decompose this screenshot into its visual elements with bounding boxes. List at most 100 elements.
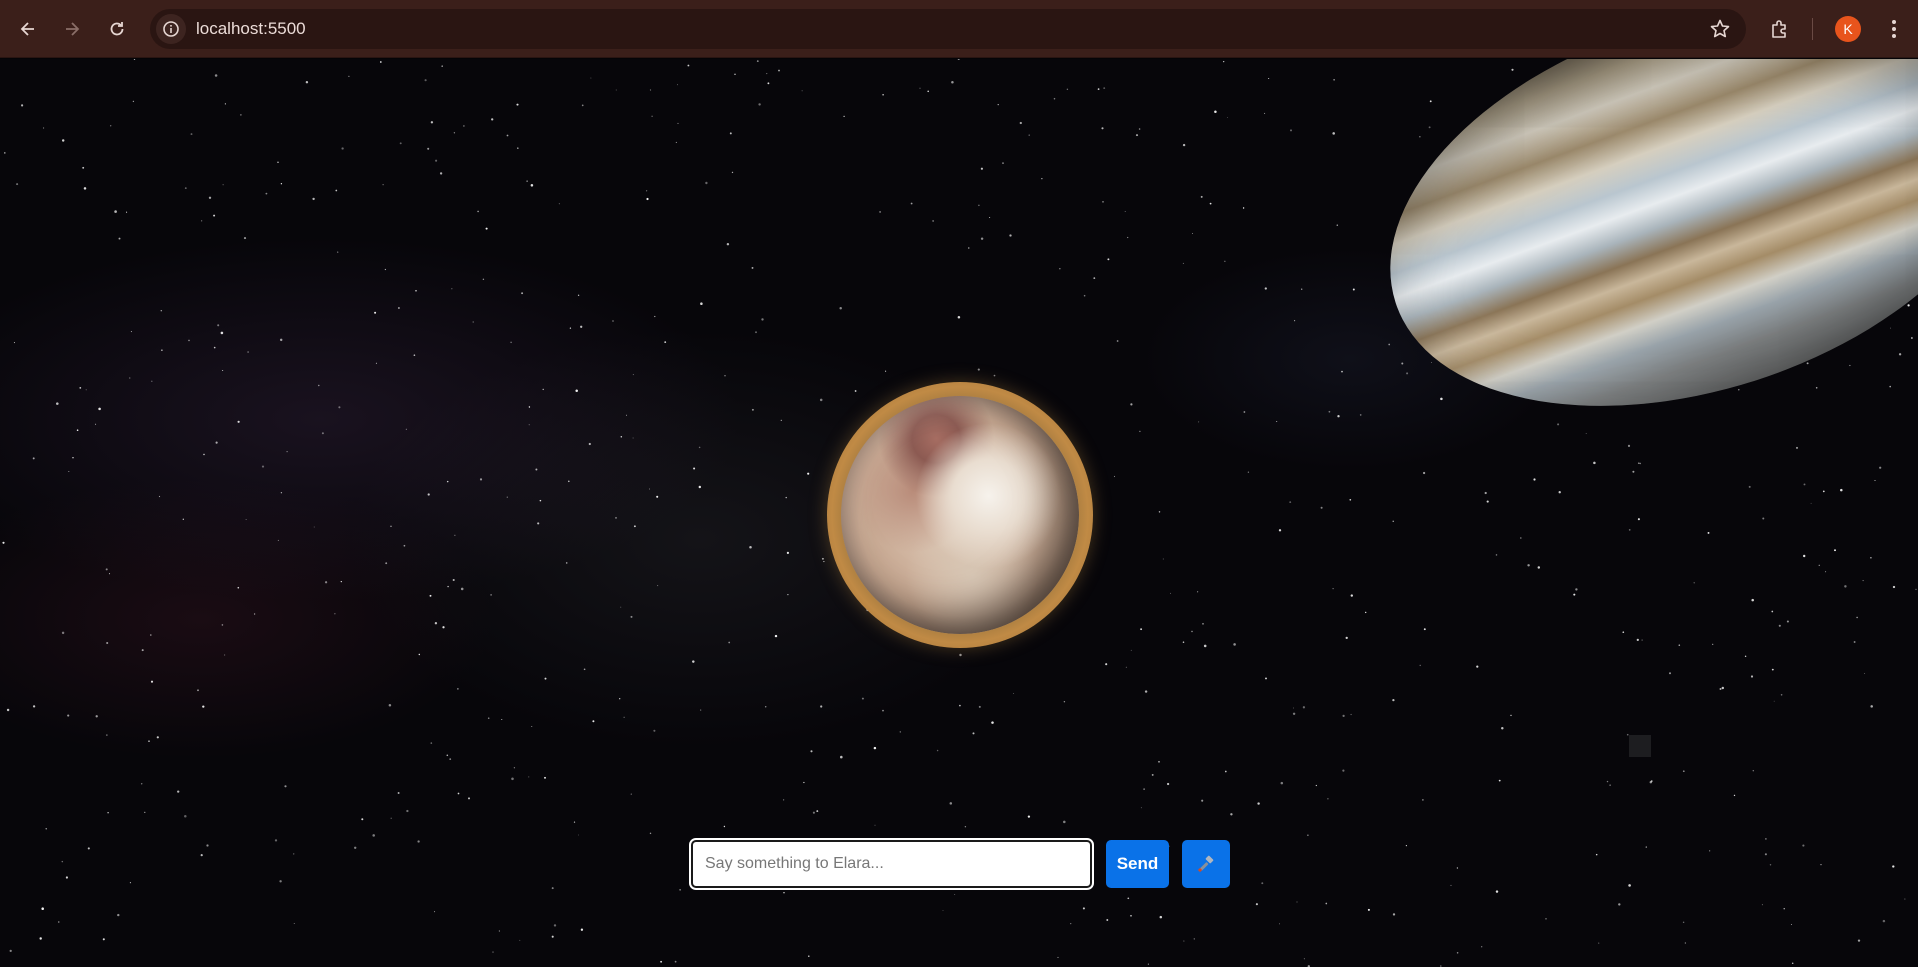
star [324, 581, 328, 584]
star [1511, 68, 1514, 71]
address-bar[interactable]: localhost:5500 [150, 9, 1746, 49]
star [144, 811, 146, 814]
star [1144, 690, 1148, 693]
star [801, 90, 803, 92]
url-text[interactable]: localhost:5500 [196, 19, 306, 39]
star [190, 133, 193, 136]
star [335, 189, 338, 192]
star [1151, 773, 1154, 776]
star [338, 406, 341, 409]
send-button[interactable]: Send [1106, 840, 1169, 888]
star [1575, 588, 1578, 591]
star [687, 64, 690, 67]
star [1127, 236, 1129, 239]
star [1066, 88, 1069, 90]
star [1761, 904, 1763, 906]
star [724, 375, 726, 377]
star [1183, 940, 1185, 942]
star [1422, 471, 1426, 475]
star [544, 776, 546, 779]
star [1853, 641, 1856, 643]
star [1106, 919, 1109, 921]
star [385, 562, 388, 565]
forward-button[interactable] [56, 13, 88, 45]
star [498, 930, 501, 932]
reload-button[interactable] [101, 13, 133, 45]
site-info-button[interactable] [156, 14, 186, 44]
star [879, 210, 882, 213]
star [253, 613, 256, 615]
star [1350, 713, 1352, 716]
star [206, 844, 209, 847]
star [118, 237, 121, 240]
star [619, 698, 621, 700]
star [1350, 594, 1353, 597]
space-canvas[interactable] [0, 59, 1918, 967]
toolbar-divider [1812, 18, 1813, 40]
star [537, 522, 540, 525]
star [156, 736, 159, 739]
star [1773, 700, 1775, 702]
star [126, 211, 128, 213]
star [1193, 938, 1195, 940]
star [882, 94, 884, 96]
star [151, 380, 153, 383]
star [405, 428, 407, 430]
star-icon[interactable] [1708, 17, 1732, 41]
star [1780, 693, 1783, 696]
star [1349, 498, 1352, 501]
star [700, 709, 702, 711]
star [1070, 922, 1072, 925]
star [1192, 233, 1193, 234]
star [1159, 915, 1163, 919]
star [318, 384, 320, 387]
browser-menu-button[interactable] [1878, 13, 1910, 45]
star [1778, 624, 1781, 627]
profile-avatar[interactable]: K [1835, 16, 1861, 42]
star [854, 390, 857, 392]
star [1709, 850, 1711, 852]
star [1423, 628, 1426, 631]
star [1874, 480, 1876, 481]
star [649, 832, 652, 835]
star [1198, 421, 1200, 423]
star [1498, 779, 1501, 782]
chat-input[interactable] [689, 838, 1094, 890]
back-button[interactable] [12, 13, 44, 45]
star [785, 496, 787, 499]
star [1162, 558, 1164, 560]
star [568, 480, 570, 483]
star [1771, 668, 1774, 671]
star [1125, 666, 1127, 668]
star [1116, 340, 1119, 342]
star [313, 526, 315, 528]
star [479, 478, 483, 481]
star [1289, 501, 1292, 504]
star [839, 307, 842, 310]
star [1840, 488, 1843, 492]
star [114, 210, 117, 213]
star [1650, 780, 1653, 783]
tool-button[interactable] [1182, 840, 1230, 888]
star [1815, 387, 1818, 389]
star [728, 641, 731, 644]
star [1783, 908, 1785, 910]
star [95, 715, 98, 718]
star [808, 955, 810, 957]
star [1140, 807, 1142, 809]
star [693, 467, 696, 470]
extensions-button[interactable] [1764, 13, 1796, 45]
star [312, 197, 315, 201]
star [1301, 288, 1303, 290]
star [972, 732, 975, 735]
star [1627, 444, 1631, 447]
star [675, 141, 677, 143]
star [767, 82, 770, 85]
central-planet-ring[interactable] [827, 382, 1093, 648]
star [457, 688, 459, 690]
star [1752, 770, 1755, 772]
central-planet[interactable] [841, 396, 1079, 634]
star [1105, 663, 1108, 666]
star [698, 485, 702, 489]
star [1622, 631, 1625, 634]
